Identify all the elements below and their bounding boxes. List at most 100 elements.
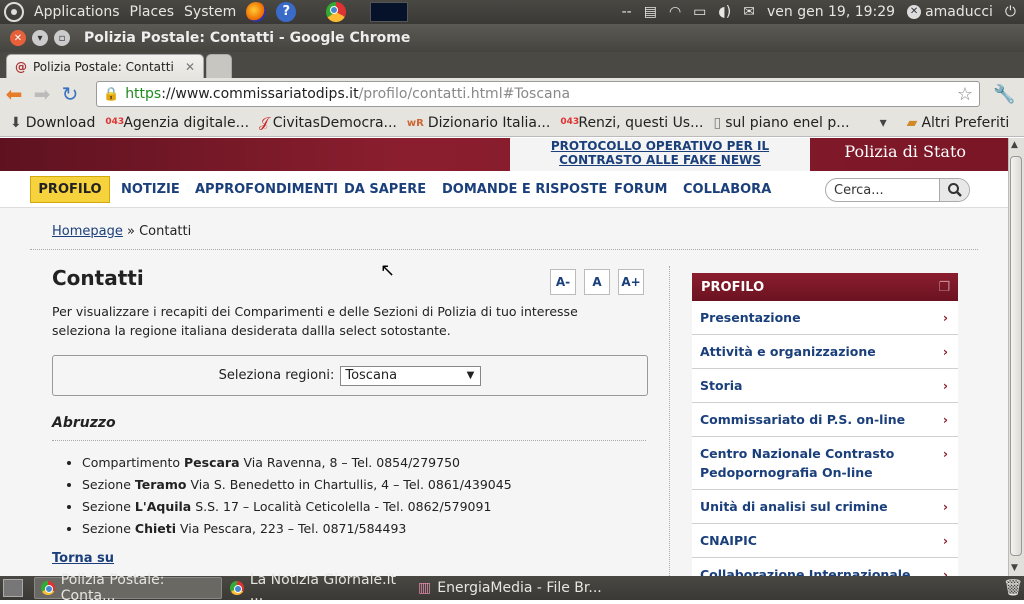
minimize-window-icon[interactable]: ▾ xyxy=(32,30,48,46)
volume-icon[interactable]: ◖) xyxy=(718,4,731,20)
search-icon[interactable] xyxy=(939,179,969,201)
intro-text: Per visualizzare i recapiti dei Comparim… xyxy=(52,304,578,338)
printer-icon[interactable]: ▤ xyxy=(644,4,657,20)
url-path: /profilo/contatti.html#Toscana xyxy=(358,86,571,102)
web-page: PROTOCOLLO OPERATIVO PER IL CONTRASTO AL… xyxy=(0,138,1008,576)
site-favicon-icon: 043 xyxy=(105,117,125,127)
contacts-list: Compartimento Pescara Via Ravenna, 8 – T… xyxy=(82,452,512,540)
folder-icon: ▰ xyxy=(906,115,918,131)
forward-arrow-icon[interactable]: ➡ xyxy=(28,82,56,106)
system-monitor-icon[interactable] xyxy=(370,2,409,22)
font-decrease-button[interactable]: A- xyxy=(550,269,576,295)
sidebar-item-commissariato[interactable]: Commissariato di P.S. on-line › xyxy=(692,403,958,437)
nav-da-sapere[interactable]: DA SAPERE xyxy=(344,182,426,197)
site-brand[interactable]: Polizia di Stato xyxy=(844,142,966,161)
show-desktop-icon[interactable] xyxy=(3,579,23,597)
wrench-icon[interactable]: 🔧 xyxy=(993,84,1015,105)
url-scheme: https xyxy=(125,86,162,102)
user-status-icon: ✕ xyxy=(907,5,922,19)
applications-menu[interactable]: Applications xyxy=(34,4,120,20)
bookmark-download[interactable]: ⬇ Download xyxy=(10,115,95,131)
lock-icon: 🔒 xyxy=(103,86,120,102)
font-increase-button[interactable]: A+ xyxy=(618,269,644,295)
font-reset-button[interactable]: A xyxy=(584,269,610,295)
search-placeholder: Cerca... xyxy=(834,182,884,198)
fake-news-link[interactable]: PROTOCOLLO OPERATIVO PER IL CONTRASTO AL… xyxy=(510,138,810,171)
sidebar-menu: Presentazione › Attività e organizzazione… xyxy=(692,301,958,576)
task-la-notizia[interactable]: La Notizia Giornale.it ... xyxy=(224,572,412,604)
user-name: amaducci xyxy=(925,4,993,20)
window-title: Polizia Postale: Contatti - Google Chrom… xyxy=(84,30,411,46)
chevron-right-icon: › xyxy=(942,344,948,359)
copy-icon: ❐ xyxy=(938,279,950,295)
divider xyxy=(52,440,646,441)
bookmark-civitas[interactable]: 𝒥 CivitasDemocra... xyxy=(259,115,397,131)
column-divider xyxy=(669,266,670,576)
nav-approfondimenti[interactable]: APPROFONDIMENTI xyxy=(195,182,338,197)
power-icon[interactable]: ⏻ xyxy=(1005,4,1016,20)
region-select[interactable]: Toscana ▼ xyxy=(340,365,482,386)
bookmarks-bar: ⬇ Download 043 Agenzia digitale... 𝒥 Civita… xyxy=(0,110,1024,137)
task-energiamedia[interactable]: ▥ EnergiaMedia - File Br... xyxy=(412,577,602,599)
nav-collabora[interactable]: COLLABORA xyxy=(683,182,771,197)
panel-status: -- xyxy=(621,4,632,20)
breadcrumb-separator: » xyxy=(122,224,140,239)
maximize-window-icon[interactable]: ▫ xyxy=(54,30,70,46)
user-menu[interactable]: ✕ amaducci xyxy=(907,4,993,20)
mail-icon[interactable]: ✉ xyxy=(743,4,755,20)
breadcrumb-home[interactable]: Homepage xyxy=(52,224,123,239)
bookmark-agenzia[interactable]: 043 Agenzia digitale... xyxy=(105,115,249,131)
bookmark-other-folder[interactable]: ▰ Altri Preferiti xyxy=(907,115,1010,131)
close-tab-icon[interactable]: ✕ xyxy=(185,60,195,74)
clock[interactable]: ven gen 19, 19:29 xyxy=(767,4,895,20)
bookmark-renzi[interactable]: 043 Renzi, questi Us... xyxy=(560,115,703,131)
close-window-icon[interactable]: ✕ xyxy=(10,30,26,46)
task-polizia-postale[interactable]: Polizia Postale: Conta... xyxy=(34,572,222,604)
reload-icon[interactable]: ↻ xyxy=(56,82,84,106)
sidebar-item-storia[interactable]: Storia › xyxy=(692,369,958,403)
tab-active[interactable]: @ Polizia Postale: Contatti ✕ xyxy=(6,54,204,78)
site-favicon-icon: wR xyxy=(406,117,424,129)
sidebar-item-centro-nazionale[interactable]: Centro Nazionale Contrasto Pedopornograf… xyxy=(692,437,958,490)
bookmark-dizionario[interactable]: wR Dizionario Italia... xyxy=(407,115,550,131)
nav-profilo[interactable]: PROFILO xyxy=(30,176,110,203)
search-input[interactable]: Cerca... xyxy=(825,178,970,202)
scrollbar-thumb[interactable] xyxy=(1010,156,1022,556)
new-tab-button[interactable] xyxy=(206,54,232,78)
chevron-right-icon: › xyxy=(942,533,948,548)
bottom-taskbar: Polizia Postale: Conta... La Notizia Gio… xyxy=(0,572,1024,604)
sidebar-item-cnaipic[interactable]: CNAIPIC › xyxy=(692,524,958,558)
sidebar-item-attivita[interactable]: Attività e organizzazione › xyxy=(692,335,958,369)
chrome-icon xyxy=(230,581,244,595)
nav-domande-risposte[interactable]: DOMANDE E RISPOSTE xyxy=(442,182,607,197)
scroll-down-icon[interactable]: ▼ xyxy=(1011,563,1018,573)
system-menu[interactable]: System xyxy=(184,4,236,20)
list-item: Compartimento Pescara Via Ravenna, 8 – T… xyxy=(82,452,512,474)
sidebar-item-unita-analisi[interactable]: Unità di analisi sul crimine › xyxy=(692,490,958,524)
trash-icon[interactable]: 🗑 xyxy=(1003,578,1023,597)
region-heading: Abruzzo xyxy=(52,415,116,431)
divider xyxy=(30,249,978,250)
bookmark-enel[interactable]: ▯ sul piano enel p... xyxy=(713,115,849,131)
nav-notizie[interactable]: NOTIZIE xyxy=(121,182,180,197)
star-icon[interactable]: ☆ xyxy=(957,84,973,105)
back-arrow-icon[interactable]: ⬅ xyxy=(0,82,28,106)
download-arrow-icon: ⬇ xyxy=(10,115,22,131)
list-item: Sezione Chieti Via Pescara, 223 – Tel. 0… xyxy=(82,518,512,540)
nav-forum[interactable]: FORUM xyxy=(614,182,667,197)
help-icon[interactable]: ? xyxy=(276,2,297,22)
firefox-icon[interactable] xyxy=(246,2,267,22)
page-icon: ▯ xyxy=(713,115,722,131)
region-select-box: Seleziona regioni: Toscana ▼ xyxy=(52,355,648,396)
sidebar-item-collaborazione[interactable]: Collaborazione Internazionale › xyxy=(692,558,958,576)
battery-icon[interactable]: ▭ xyxy=(693,4,706,20)
sidebar-item-presentazione[interactable]: Presentazione › xyxy=(692,301,958,335)
places-menu[interactable]: Places xyxy=(130,4,175,20)
back-to-top-link[interactable]: Torna su xyxy=(52,551,114,566)
ubuntu-logo-icon[interactable] xyxy=(4,2,24,22)
scroll-up-icon[interactable]: ▲ xyxy=(1011,140,1018,150)
address-bar[interactable]: 🔒 https://www.commissariatodips.it/profi… xyxy=(96,81,980,107)
bookmarks-overflow-icon[interactable]: ▾ xyxy=(880,115,887,131)
chrome-launcher-icon[interactable] xyxy=(326,2,347,22)
wifi-icon[interactable]: ◠ xyxy=(669,4,681,20)
